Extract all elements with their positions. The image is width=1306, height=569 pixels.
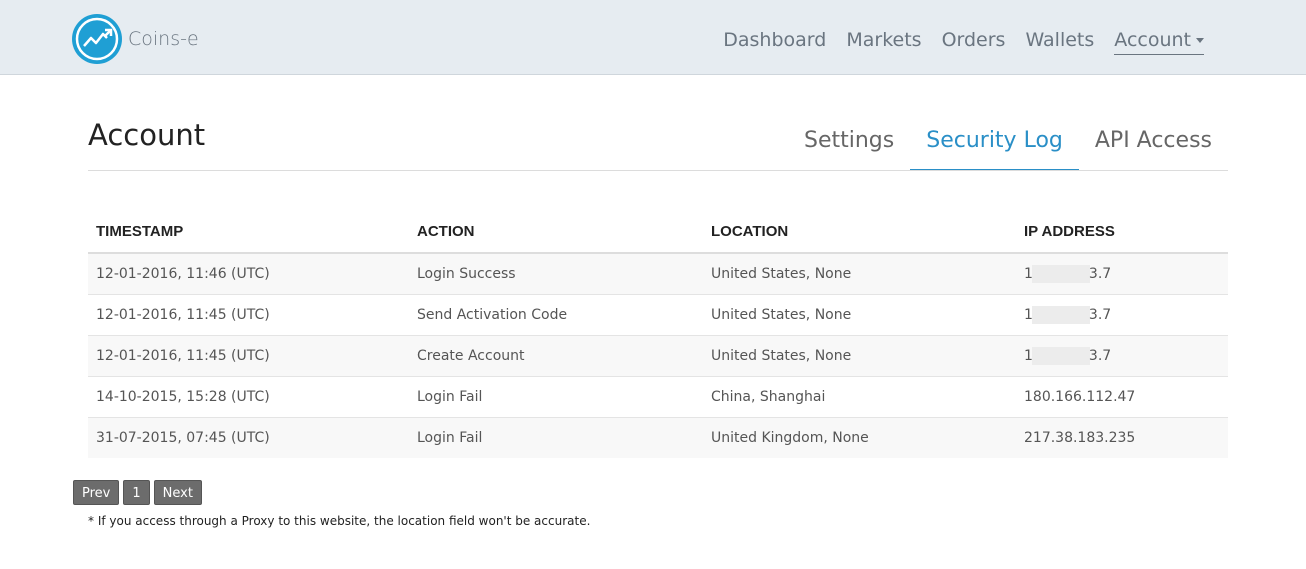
table-row: 12-01-2016, 11:45 (UTC) Send Activation …	[88, 293, 1228, 335]
table-row: 31-07-2015, 07:45 (UTC) Login Fail Unite…	[88, 416, 1228, 458]
header-ip-address: IP ADDRESS	[1016, 211, 1228, 254]
nav-wallets[interactable]: Wallets	[1025, 26, 1094, 55]
table-row: 12-01-2016, 11:46 (UTC) Login Success Un…	[88, 252, 1228, 294]
redacted-block	[1031, 264, 1090, 283]
cell-ip: 180.166.112.47	[1016, 375, 1228, 417]
cell-ip: 1 3.7	[1016, 252, 1228, 294]
caret-down-icon	[1196, 38, 1204, 43]
table-row: 12-01-2016, 11:45 (UTC) Create Account U…	[88, 334, 1228, 376]
tab-security-log[interactable]: Security Log	[910, 118, 1079, 171]
cell-timestamp: 31-07-2015, 07:45 (UTC)	[88, 416, 409, 458]
top-navbar: Coins-e Dashboard Markets Orders Wallets…	[0, 0, 1306, 75]
cell-location: United Kingdom, None	[703, 416, 1016, 458]
nav-account-label: Account	[1114, 29, 1191, 51]
tab-settings[interactable]: Settings	[788, 118, 910, 171]
page-1-button[interactable]: 1	[123, 480, 150, 505]
proxy-note: * If you access through a Proxy to this …	[88, 514, 591, 528]
main-nav: Dashboard Markets Orders Wallets Account	[703, 26, 1204, 55]
tab-api-access[interactable]: API Access	[1079, 118, 1228, 171]
header-divider	[88, 170, 1228, 171]
nav-dashboard[interactable]: Dashboard	[723, 26, 826, 55]
pagination: Prev 1 Next	[73, 480, 206, 505]
cell-location: United States, None	[703, 293, 1016, 335]
brand-link[interactable]: Coins-e	[72, 14, 199, 64]
redacted-block	[1031, 346, 1090, 365]
table-row: 14-10-2015, 15:28 (UTC) Login Fail China…	[88, 375, 1228, 417]
cell-action: Create Account	[409, 334, 703, 376]
cell-action: Login Success	[409, 252, 703, 294]
cell-location: China, Shanghai	[703, 375, 1016, 417]
cell-timestamp: 14-10-2015, 15:28 (UTC)	[88, 375, 409, 417]
header-location: LOCATION	[703, 211, 1016, 254]
header-timestamp: TIMESTAMP	[88, 211, 409, 254]
cell-action: Send Activation Code	[409, 293, 703, 335]
cell-ip: 1 3.7	[1016, 334, 1228, 376]
prev-page-button[interactable]: Prev	[73, 480, 120, 505]
cell-ip: 1 3.7	[1016, 293, 1228, 335]
redacted-block	[1031, 305, 1090, 324]
account-tabs: Settings Security Log API Access	[788, 118, 1228, 171]
cell-timestamp: 12-01-2016, 11:45 (UTC)	[88, 334, 409, 376]
brand-name: Coins-e	[128, 28, 199, 50]
ip-suffix: 3.7	[1088, 265, 1112, 282]
page-title: Account	[88, 118, 206, 152]
cell-timestamp: 12-01-2016, 11:45 (UTC)	[88, 293, 409, 335]
cell-timestamp: 12-01-2016, 11:46 (UTC)	[88, 252, 409, 294]
security-log-table: TIMESTAMP ACTION LOCATION IP ADDRESS 12-…	[88, 211, 1228, 458]
cell-location: United States, None	[703, 334, 1016, 376]
nav-orders[interactable]: Orders	[942, 26, 1006, 55]
cell-ip: 217.38.183.235	[1016, 416, 1228, 458]
next-page-button[interactable]: Next	[153, 480, 202, 505]
header-action: ACTION	[409, 211, 703, 254]
cell-action: Login Fail	[409, 375, 703, 417]
table-header-row: TIMESTAMP ACTION LOCATION IP ADDRESS	[88, 211, 1228, 254]
nav-account-dropdown[interactable]: Account	[1114, 26, 1204, 55]
ip-suffix: 3.7	[1088, 306, 1112, 323]
trend-arrow-icon	[72, 14, 122, 64]
ip-suffix: 3.7	[1088, 347, 1112, 364]
cell-location: United States, None	[703, 252, 1016, 294]
nav-markets[interactable]: Markets	[846, 26, 921, 55]
cell-action: Login Fail	[409, 416, 703, 458]
